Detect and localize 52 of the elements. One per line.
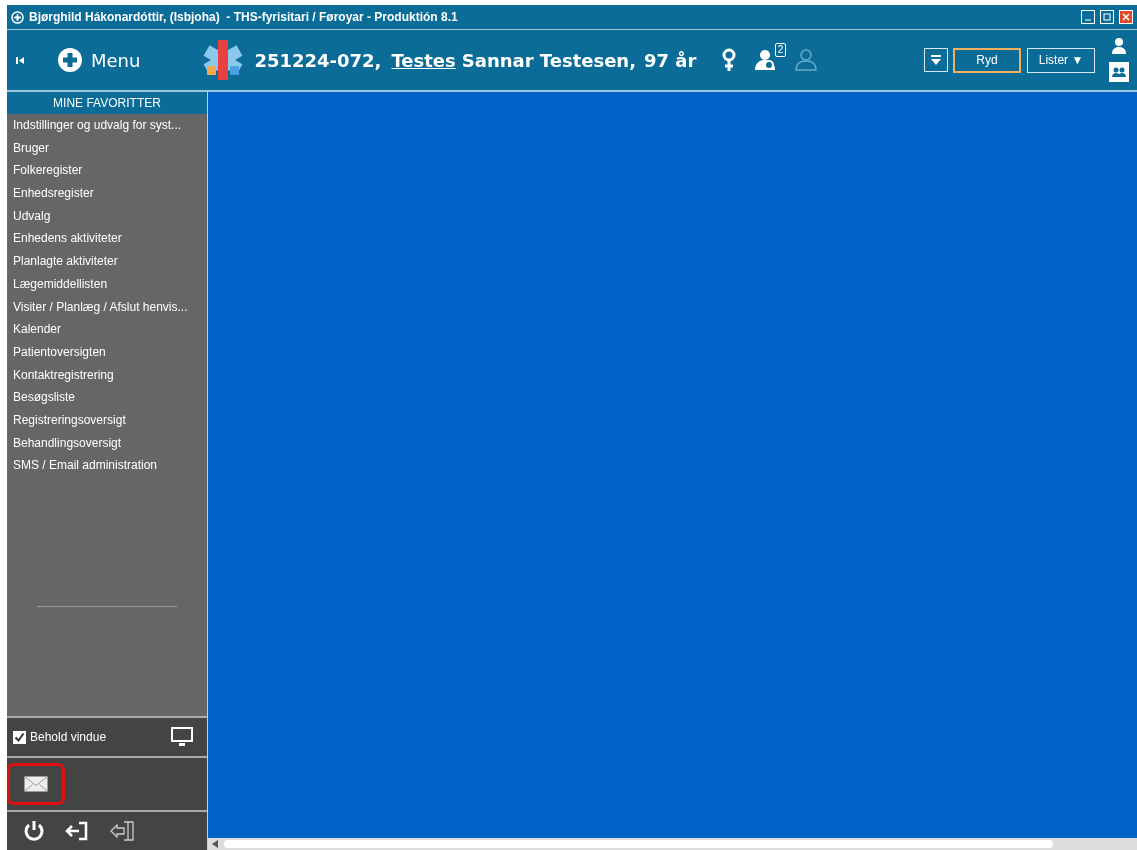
lists-button[interactable]: Lister ▼: [1027, 47, 1095, 73]
window-title: Bjørghild Hákonardóttir, (Isbjoha) - THS-fyrisitari / Føroyar - Produktión 8.1: [29, 10, 459, 24]
clear-button[interactable]: Ryd: [953, 47, 1021, 73]
favorite-item[interactable]: SMS / Email administration: [7, 454, 207, 477]
patient-first-name-link[interactable]: Testes: [391, 49, 456, 71]
filter-dropdown-button[interactable]: [924, 48, 948, 72]
scroll-left-icon[interactable]: [212, 840, 218, 848]
relations-count-badge: 2: [774, 43, 787, 57]
favorite-item[interactable]: Udvalg: [7, 204, 207, 228]
patient-id: 251224-072,: [254, 49, 382, 71]
menu-button[interactable]: Menu: [57, 47, 141, 73]
favorite-item[interactable]: Visiter / Planlæg / Afslut henvis...: [7, 295, 207, 319]
close-button[interactable]: [1119, 10, 1133, 24]
exit-outline-icon[interactable]: [109, 820, 137, 842]
maximize-icon: [1103, 13, 1111, 21]
favorite-item[interactable]: Folkeregister: [7, 159, 207, 183]
favorite-item[interactable]: Behandlingsoversigt: [7, 431, 207, 455]
favorite-item[interactable]: Indstillinger og udvalg for syst...: [7, 114, 207, 137]
favorite-item[interactable]: Lægemiddellisten: [7, 272, 207, 296]
filter-icon: [931, 55, 941, 65]
patient-name: Sannar Testesen,: [461, 49, 637, 71]
logout-icon[interactable]: [65, 821, 89, 841]
keep-window-checkbox[interactable]: [13, 730, 26, 744]
favorite-item[interactable]: Enhedens aktiviteter: [7, 227, 207, 251]
monitor-icon[interactable]: [171, 727, 193, 747]
relations-icon[interactable]: [754, 49, 777, 71]
favorite-item[interactable]: Patientoversigten: [7, 340, 207, 364]
favorite-item[interactable]: Bruger: [7, 136, 207, 160]
horizontal-scrollbar[interactable]: [208, 838, 1137, 850]
favorite-item[interactable]: Kontaktregistrering: [7, 363, 207, 387]
plus-circle-icon: [57, 47, 83, 73]
envelope-icon: [24, 776, 48, 792]
star-of-life-icon: [202, 39, 245, 81]
collapse-icon[interactable]: [16, 55, 25, 65]
group-icon[interactable]: [1109, 62, 1129, 82]
favorite-item[interactable]: Kalender: [7, 318, 207, 341]
plus-icon: [11, 10, 24, 24]
power-icon[interactable]: [23, 820, 45, 842]
female-icon[interactable]: [722, 48, 737, 72]
close-icon: [1122, 13, 1130, 21]
maximize-button[interactable]: [1100, 10, 1114, 24]
favorite-item[interactable]: Registreringsoversigt: [7, 408, 207, 432]
favorite-item[interactable]: Enhedsregister: [7, 182, 207, 205]
favorites-header: MINE FAVORITTER: [7, 92, 207, 114]
mail-button[interactable]: [7, 763, 65, 805]
favorite-item[interactable]: Planlagte aktiviteter: [7, 250, 207, 273]
keep-window-label: Behold vindue: [30, 730, 107, 744]
patient-age: 97 år: [644, 49, 697, 71]
person-icon[interactable]: [1112, 38, 1126, 54]
minimize-button[interactable]: [1081, 10, 1095, 24]
favorite-item[interactable]: Besøgsliste: [7, 386, 207, 409]
checkmark-icon: [14, 731, 25, 743]
